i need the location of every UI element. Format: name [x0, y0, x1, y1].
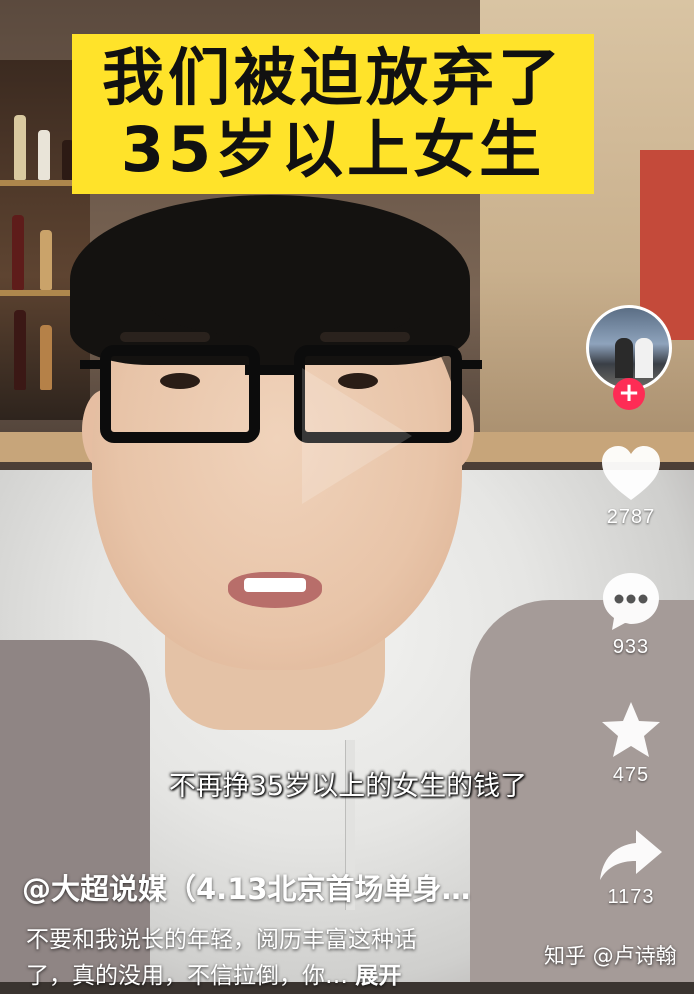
share-button[interactable]: 1173 — [592, 828, 670, 909]
comment-button[interactable]: 933 — [592, 570, 670, 659]
follow-button[interactable]: + — [613, 378, 645, 410]
comment-icon — [603, 573, 659, 630]
description-line-2-wrap: 了，真的没用，不信拉倒，你… 展开 — [26, 958, 526, 994]
title-line-2: 35岁以上女生 — [120, 113, 546, 186]
description-line-1: 不要和我说长的年轻，阅历丰富这种话 — [26, 927, 417, 953]
eye-left — [160, 373, 200, 389]
video-title-banner: 我们被迫放弃了 35岁以上女生 — [72, 34, 594, 194]
title-line-1: 我们被迫放弃了 — [101, 41, 564, 114]
glasses-left-lens — [100, 345, 260, 443]
description-line-2: 了，真的没用，不信拉倒，你… — [26, 963, 348, 989]
like-button[interactable]: 2787 — [592, 444, 670, 529]
brow-right — [320, 332, 410, 342]
post-description: 不要和我说长的年轻，阅历丰富这种话 了，真的没用，不信拉倒，你… 展开 — [26, 922, 526, 994]
favorite-count: 475 — [612, 764, 650, 786]
teeth — [244, 578, 306, 592]
star-icon — [602, 702, 660, 757]
video-subtitle: 不再挣35岁以上的女生的钱了 — [168, 771, 528, 802]
brow-left — [120, 332, 210, 342]
expand-link[interactable]: 展开 — [355, 963, 401, 989]
share-count: 1173 — [607, 886, 655, 908]
glasses-temple-left — [80, 360, 110, 369]
like-count: 2787 — [606, 506, 656, 528]
favorite-button[interactable]: 475 — [592, 700, 670, 787]
glasses-temple-right — [452, 360, 482, 369]
comment-count: 933 — [612, 636, 650, 658]
share-icon — [600, 830, 662, 880]
author-name[interactable]: @大超说媒（4.13北京首场单身… — [22, 866, 471, 908]
heart-icon — [602, 446, 660, 500]
avatar-figure-2 — [635, 338, 653, 378]
avatar-figure-1 — [615, 338, 633, 378]
glasses-bridge — [245, 365, 305, 375]
zhihu-watermark: 知乎 @卢诗翰 — [544, 944, 677, 968]
plus-icon: + — [618, 378, 640, 408]
play-icon[interactable] — [302, 368, 412, 504]
